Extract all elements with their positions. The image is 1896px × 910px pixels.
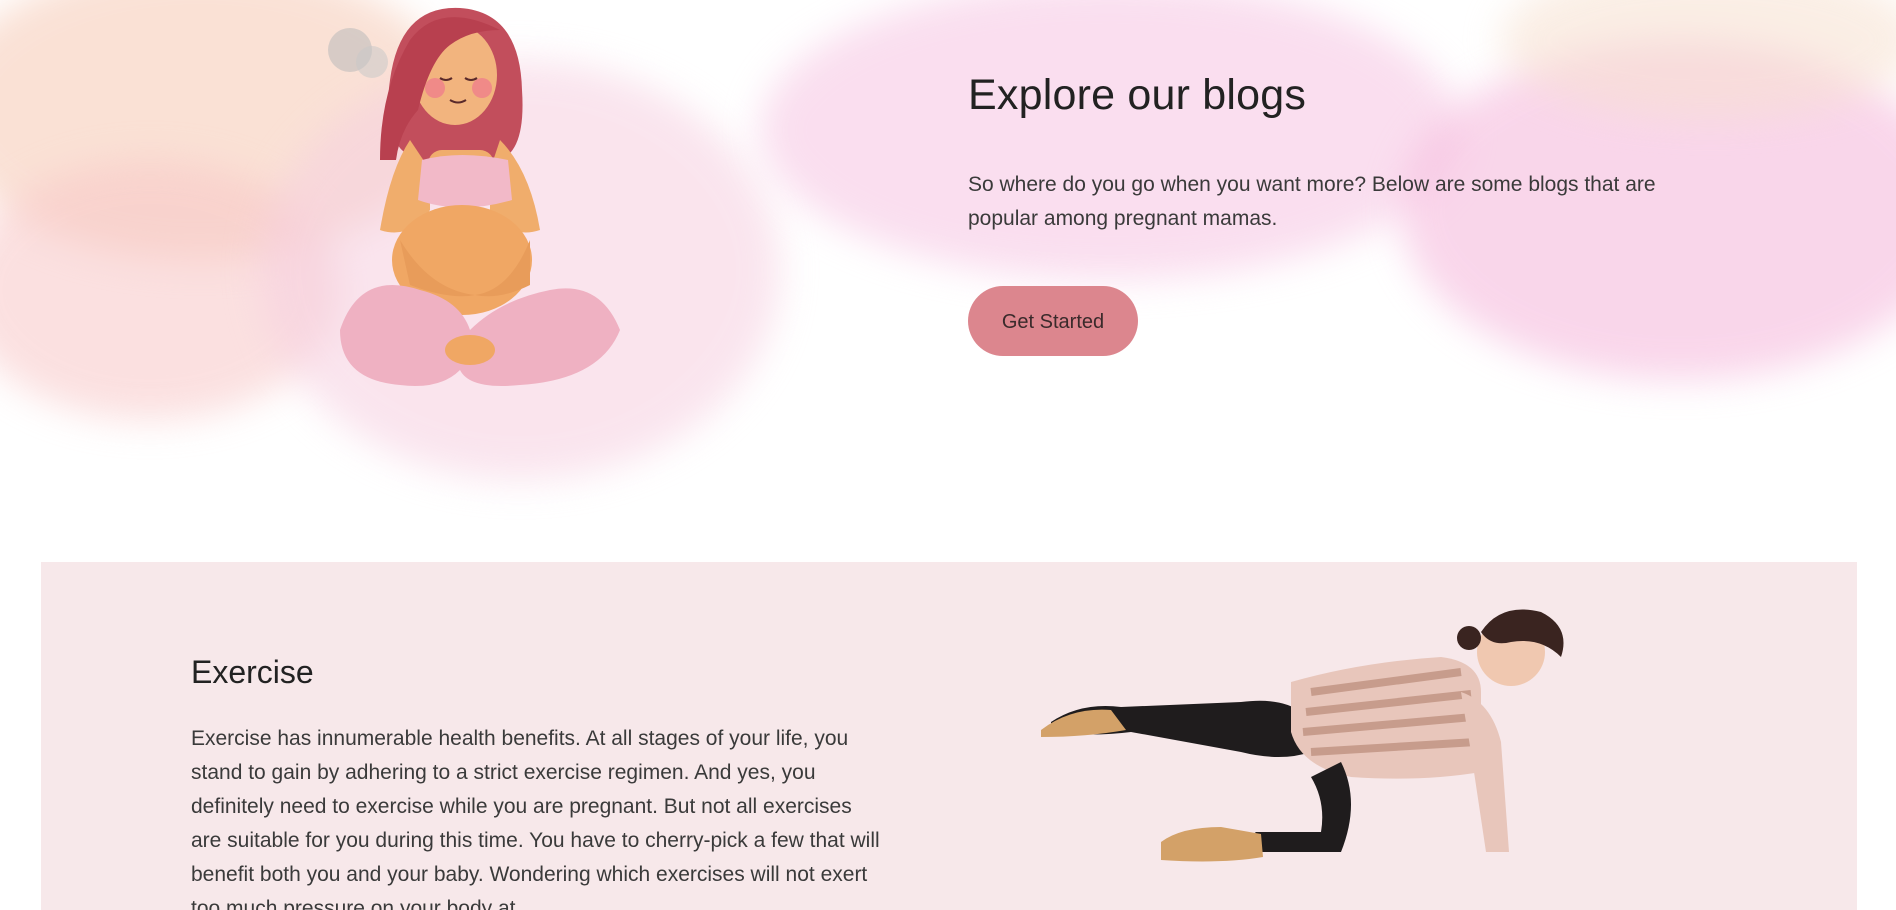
exercise-description: Exercise has innumerable health benefits… xyxy=(191,727,880,910)
pregnant-woman-exercise-photo xyxy=(1041,609,1564,862)
hero-section: Explore our blogs So where do you go whe… xyxy=(0,0,1896,520)
exercise-title: Exercise xyxy=(191,654,314,690)
pregnant-woman-illustration xyxy=(328,7,620,386)
get-started-button[interactable]: Get Started xyxy=(968,285,1138,356)
page: Explore our blogs So where do you go whe… xyxy=(0,0,1896,910)
hero-content: Explore our blogs So where do you go whe… xyxy=(968,70,1748,356)
hero-title: Explore our blogs xyxy=(968,71,1307,119)
exercise-section: Exercise Exercise has innumerable health… xyxy=(41,562,1857,910)
hero-description: So where do you go when you want more? B… xyxy=(968,172,1656,230)
